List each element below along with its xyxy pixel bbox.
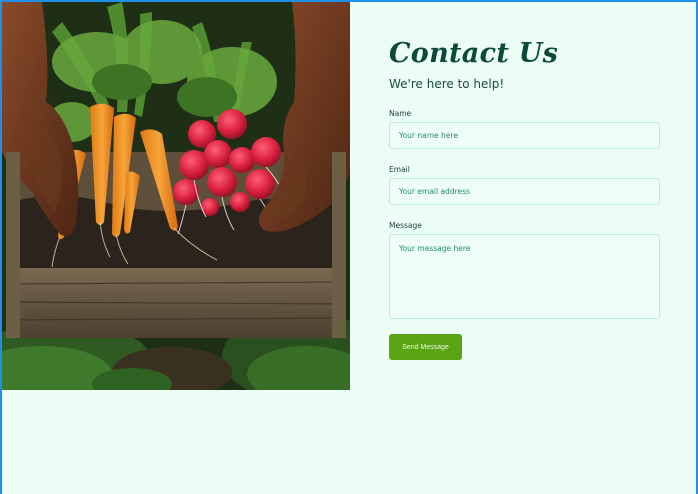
page-subtitle: We're here to help! bbox=[389, 77, 505, 91]
email-label: Email bbox=[389, 165, 410, 174]
produce-illustration bbox=[2, 2, 350, 390]
hero-produce-image bbox=[2, 2, 350, 390]
message-placeholder: Your message here bbox=[399, 244, 471, 253]
email-placeholder: Your email address bbox=[399, 187, 470, 196]
name-label: Name bbox=[389, 109, 412, 118]
name-input[interactable]: Your name here bbox=[389, 122, 660, 149]
name-field-group: Name Your name here bbox=[389, 109, 662, 149]
message-field-group: Message Your message here bbox=[389, 221, 662, 319]
name-placeholder: Your name here bbox=[399, 131, 458, 140]
send-message-button[interactable]: Send Message bbox=[389, 334, 462, 360]
email-field-group: Email Your email address bbox=[389, 165, 662, 205]
message-label: Message bbox=[389, 221, 422, 230]
page-title: Contact Us bbox=[389, 38, 559, 69]
contact-form: Contact Us We're here to help! Name Your… bbox=[389, 36, 662, 360]
message-textarea[interactable]: Your message here bbox=[389, 234, 660, 319]
email-input[interactable]: Your email address bbox=[389, 178, 660, 205]
